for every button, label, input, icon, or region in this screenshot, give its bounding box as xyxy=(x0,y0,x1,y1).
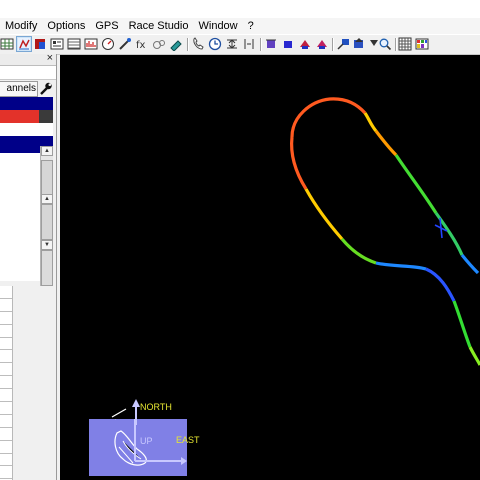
pointer-line-icon xyxy=(111,408,127,418)
color-palette-icon[interactable] xyxy=(415,37,429,51)
channel-list[interactable] xyxy=(0,163,40,281)
menu-options[interactable]: Options xyxy=(42,18,90,34)
marker-icon[interactable] xyxy=(33,37,47,51)
track-segment xyxy=(394,154,438,214)
channel-row[interactable] xyxy=(0,123,53,136)
scroll-track[interactable] xyxy=(41,250,53,286)
report-icon[interactable] xyxy=(50,37,64,51)
table-row[interactable] xyxy=(0,363,12,377)
scroll-track[interactable] xyxy=(41,204,53,240)
table-row[interactable] xyxy=(0,415,12,428)
east-label: EAST xyxy=(176,435,200,445)
gauge-icon[interactable] xyxy=(101,37,115,51)
table-row[interactable] xyxy=(0,376,12,390)
menu-bar: Modify Options GPS Race Studio Window ? xyxy=(0,18,480,34)
menu-modify[interactable]: Modify xyxy=(0,18,42,34)
track-segment xyxy=(290,97,367,138)
table-row[interactable] xyxy=(0,389,12,403)
scroll-up-button[interactable]: ▲ xyxy=(41,146,53,156)
track-segment xyxy=(340,237,377,265)
channels-panel: × annels ▲ ▲ ▼ xyxy=(0,52,57,480)
channel-c-icon[interactable] xyxy=(298,37,312,51)
list-header xyxy=(0,153,40,163)
scroll-thumb[interactable] xyxy=(41,160,53,198)
channel-color-swatch-dark xyxy=(39,110,53,123)
gps-track-view[interactable]: NORTH EAST UP xyxy=(60,55,480,480)
menu-race-studio[interactable]: Race Studio xyxy=(124,18,194,34)
table-row[interactable] xyxy=(0,299,12,312)
zoom-icon[interactable] xyxy=(378,37,392,51)
track-segment xyxy=(460,254,480,275)
toolbar: fx xyxy=(0,34,480,55)
math-channel-icon[interactable]: fx xyxy=(135,37,149,51)
grid-toggle-icon[interactable] xyxy=(398,37,412,51)
scroll-up-button[interactable]: ▲ xyxy=(41,194,53,204)
table-row[interactable] xyxy=(0,454,12,467)
table-row[interactable] xyxy=(0,441,12,454)
close-icon[interactable]: × xyxy=(47,52,53,64)
split-view-icon[interactable] xyxy=(225,37,239,51)
wrench-icon[interactable] xyxy=(38,81,53,96)
lap-grid[interactable] xyxy=(0,286,13,480)
track-segment xyxy=(290,136,308,190)
channel-color-swatch[interactable] xyxy=(0,110,39,123)
table-row[interactable] xyxy=(0,312,12,325)
table-row[interactable] xyxy=(0,350,12,364)
north-label: NORTH xyxy=(140,402,172,412)
transfer-icon[interactable] xyxy=(336,37,350,51)
track-segment xyxy=(452,300,472,348)
panel-header-strip xyxy=(0,66,56,80)
menu-gps[interactable]: GPS xyxy=(90,18,123,34)
grid-view-icon[interactable] xyxy=(0,37,14,51)
menu-help[interactable]: ? xyxy=(243,18,259,34)
phone-icon[interactable] xyxy=(191,37,205,51)
up-label: UP xyxy=(140,436,153,446)
clock-icon[interactable] xyxy=(208,37,222,51)
table-row[interactable] xyxy=(0,428,12,441)
channel-b-icon[interactable] xyxy=(281,37,295,51)
track-segment xyxy=(363,112,378,133)
track-segment xyxy=(425,267,456,302)
track-chart-icon[interactable] xyxy=(16,36,32,52)
svg-text:fx: fx xyxy=(136,40,146,51)
track-segment xyxy=(375,261,427,271)
toolbar-separator xyxy=(187,38,189,51)
vertical-scrollbar[interactable]: ▲ ▲ ▼ xyxy=(40,146,53,286)
lap-marker-icon[interactable] xyxy=(169,37,183,51)
upload-icon[interactable] xyxy=(352,37,366,51)
table-row[interactable] xyxy=(0,286,12,299)
menu-window[interactable]: Window xyxy=(194,18,243,34)
panel-title-bar: × xyxy=(0,52,56,66)
track-segment xyxy=(304,188,344,241)
toolbar-separator xyxy=(395,38,397,51)
track-segment xyxy=(374,130,398,157)
table-icon[interactable] xyxy=(67,37,81,51)
toolbar-separator xyxy=(260,38,262,51)
measure-tool-icon[interactable] xyxy=(118,37,132,51)
channel-row-selected[interactable] xyxy=(0,97,53,110)
table-row[interactable] xyxy=(0,325,12,338)
table-row[interactable] xyxy=(0,338,12,351)
tab-channels[interactable]: annels xyxy=(0,81,38,97)
table-row[interactable] xyxy=(0,466,12,480)
scroll-down-button[interactable]: ▼ xyxy=(41,240,53,250)
toolbar-separator xyxy=(332,38,334,51)
channel-d-icon[interactable] xyxy=(315,37,329,51)
window-title-area xyxy=(0,0,480,18)
channel-a-icon[interactable] xyxy=(264,37,278,51)
track-segment xyxy=(468,346,480,366)
table-row[interactable] xyxy=(0,402,12,415)
zoom-vertical-icon[interactable] xyxy=(242,37,256,51)
video-icon[interactable] xyxy=(152,37,166,51)
histogram-icon[interactable] xyxy=(84,37,98,51)
